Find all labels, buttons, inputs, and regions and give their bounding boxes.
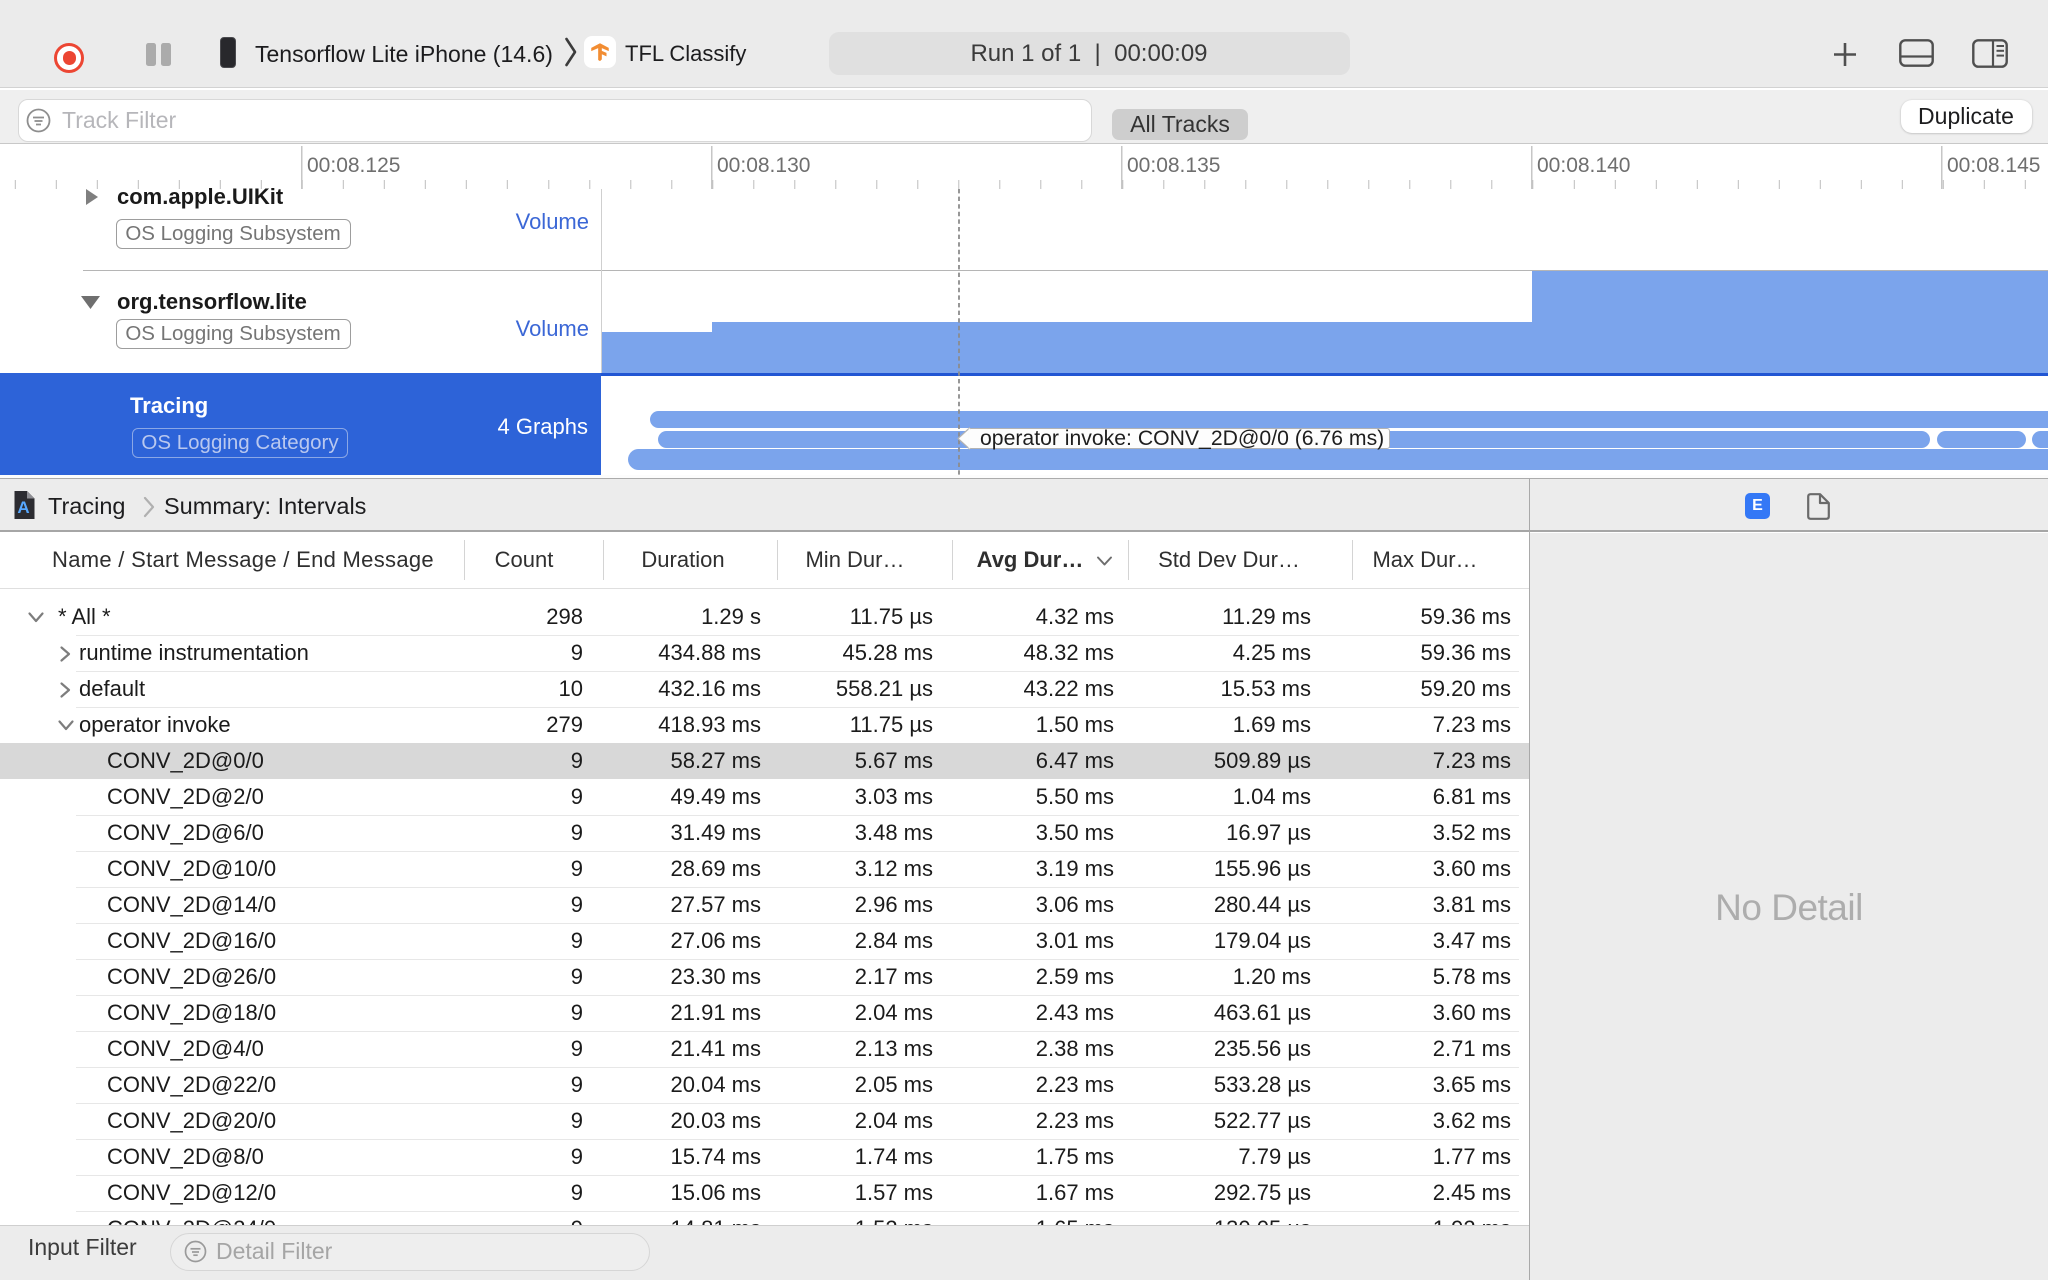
svg-text:A: A (17, 498, 29, 517)
